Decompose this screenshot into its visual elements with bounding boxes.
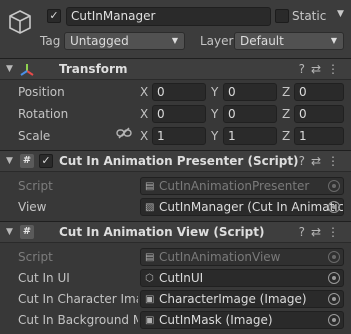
kebab-menu-icon[interactable]: ⋮ — [327, 62, 345, 76]
component-icon: ▧ — [145, 202, 155, 213]
help-icon[interactable]: ? — [299, 154, 311, 168]
presenter-component-header[interactable]: ▼ # ✓ Cut In Animation Presenter (Script… — [0, 150, 351, 172]
gameobject-name-input[interactable]: CutInManager — [66, 7, 271, 26]
position-label: Position — [18, 85, 65, 99]
layer-dropdown[interactable]: Default ▼ — [234, 32, 344, 50]
script-hash-icon: # — [20, 225, 34, 239]
axis-z-label: Z — [282, 129, 291, 143]
cut-in-ui-value: CutInUI — [159, 271, 204, 285]
rotation-y-field[interactable]: 0 — [223, 105, 277, 123]
cut-in-ui-label: Cut In UI — [18, 271, 70, 285]
component-header-icons: ?⇄⋮ — [299, 154, 345, 168]
chevron-down-icon: ▼ — [330, 36, 337, 45]
kebab-menu-icon[interactable]: ⋮ — [327, 154, 345, 168]
script-hash-icon: # — [20, 154, 34, 168]
presets-icon[interactable]: ⇄ — [311, 225, 327, 239]
rotation-x-field[interactable]: 0 — [152, 105, 206, 123]
axis-x-label: X — [140, 129, 149, 143]
foldout-arrow-icon[interactable]: ▼ — [6, 64, 13, 74]
layer-label: Layer — [200, 34, 234, 48]
component-header-icons: ?⇄⋮ — [299, 62, 345, 76]
component-header-icons: ?⇄⋮ — [299, 225, 345, 239]
rotation-label: Rotation — [18, 107, 69, 121]
cut-in-background-mask-field[interactable]: ▣ CutInMask (Image) — [140, 311, 344, 329]
presenter-title: Cut In Animation Presenter (Script) — [59, 154, 299, 168]
scale-z-field[interactable]: 1 — [294, 127, 344, 145]
script-value: CutInAnimationView — [159, 250, 281, 264]
scale-x-field[interactable]: 1 — [152, 127, 206, 145]
rotation-z-field[interactable]: 0 — [294, 105, 344, 123]
axis-z-label: Z — [282, 107, 291, 121]
active-checkbox[interactable]: ✓ — [47, 9, 61, 23]
position-z-field[interactable]: 0 — [294, 83, 344, 101]
view-object-field[interactable]: ▧ CutInManager (Cut In Animatic — [140, 198, 344, 216]
cut-in-ui-field[interactable]: ⬡ CutInUI — [140, 269, 344, 287]
cut-in-character-image-label: Cut In Character Imag — [18, 292, 138, 306]
scale-label: Scale — [18, 129, 51, 143]
axis-y-label: Y — [211, 129, 219, 143]
help-icon[interactable]: ? — [299, 62, 311, 76]
transform-title: Transform — [59, 62, 128, 76]
transform-header[interactable]: ▼ Transform ?⇄⋮ — [0, 58, 351, 80]
cut-in-character-image-value: CharacterImage (Image) — [159, 292, 307, 306]
object-picker-icon[interactable] — [328, 272, 340, 284]
presets-icon[interactable]: ⇄ — [311, 154, 327, 168]
tag-value: Untagged — [70, 34, 129, 48]
script-file-icon: ▤ — [145, 181, 155, 192]
kebab-menu-icon[interactable]: ⋮ — [327, 225, 345, 239]
axis-y-label: Y — [211, 85, 219, 99]
object-picker-icon — [328, 251, 340, 263]
scale-y-field[interactable]: 1 — [223, 127, 277, 145]
image-icon: ▣ — [145, 294, 155, 305]
object-picker-icon[interactable] — [328, 314, 340, 326]
gameobject-header: ✓ CutInManager Static ▼ Tag Untagged ▼ L… — [0, 0, 351, 60]
object-picker-icon[interactable] — [328, 293, 340, 305]
script-value: CutInAnimationPresenter — [159, 179, 310, 193]
help-icon[interactable]: ? — [299, 225, 311, 239]
position-x-field[interactable]: 0 — [152, 83, 206, 101]
image-icon: ▣ — [145, 315, 155, 326]
presets-icon[interactable]: ⇄ — [311, 62, 327, 76]
view-label: View — [18, 200, 47, 214]
position-y-field[interactable]: 0 — [223, 83, 277, 101]
transform-axes-icon — [20, 64, 34, 76]
script-file-icon: ▤ — [145, 252, 155, 263]
cut-in-character-image-field[interactable]: ▣ CharacterImage (Image) — [140, 290, 344, 308]
static-dropdown-arrow-icon[interactable]: ▼ — [337, 9, 344, 19]
script-label: Script — [18, 179, 53, 193]
static-label: Static — [292, 9, 327, 23]
foldout-arrow-icon[interactable]: ▼ — [6, 227, 13, 237]
cut-in-background-mask-value: CutInMask (Image) — [159, 313, 273, 327]
chevron-down-icon: ▼ — [171, 36, 178, 45]
view-value: CutInManager (Cut In Animatic — [159, 200, 344, 214]
axis-x-label: X — [140, 107, 149, 121]
script-label: Script — [18, 250, 53, 264]
axis-x-label: X — [140, 85, 149, 99]
cube-icon — [9, 10, 31, 34]
component-enabled-checkbox[interactable]: ✓ — [39, 154, 53, 168]
script-field: ▤ CutInAnimationView — [140, 248, 344, 266]
view-component-title: Cut In Animation View (Script) — [59, 225, 265, 239]
foldout-arrow-icon[interactable]: ▼ — [6, 156, 13, 166]
object-picker-icon — [328, 180, 340, 192]
tag-label: Tag — [40, 34, 61, 48]
cube-icon: ⬡ — [145, 273, 154, 284]
constrain-proportions-icon[interactable] — [116, 127, 132, 139]
object-picker-icon[interactable] — [328, 201, 340, 213]
script-field: ▤ CutInAnimationPresenter — [140, 177, 344, 195]
layer-value: Default — [240, 34, 284, 48]
view-component-header[interactable]: ▼ # Cut In Animation View (Script) ?⇄⋮ — [0, 221, 351, 243]
axis-y-label: Y — [211, 107, 219, 121]
axis-z-label: Z — [282, 85, 291, 99]
tag-dropdown[interactable]: Untagged ▼ — [64, 32, 185, 50]
cut-in-background-mask-label: Cut In Background M — [18, 313, 138, 327]
static-checkbox[interactable] — [275, 9, 289, 23]
